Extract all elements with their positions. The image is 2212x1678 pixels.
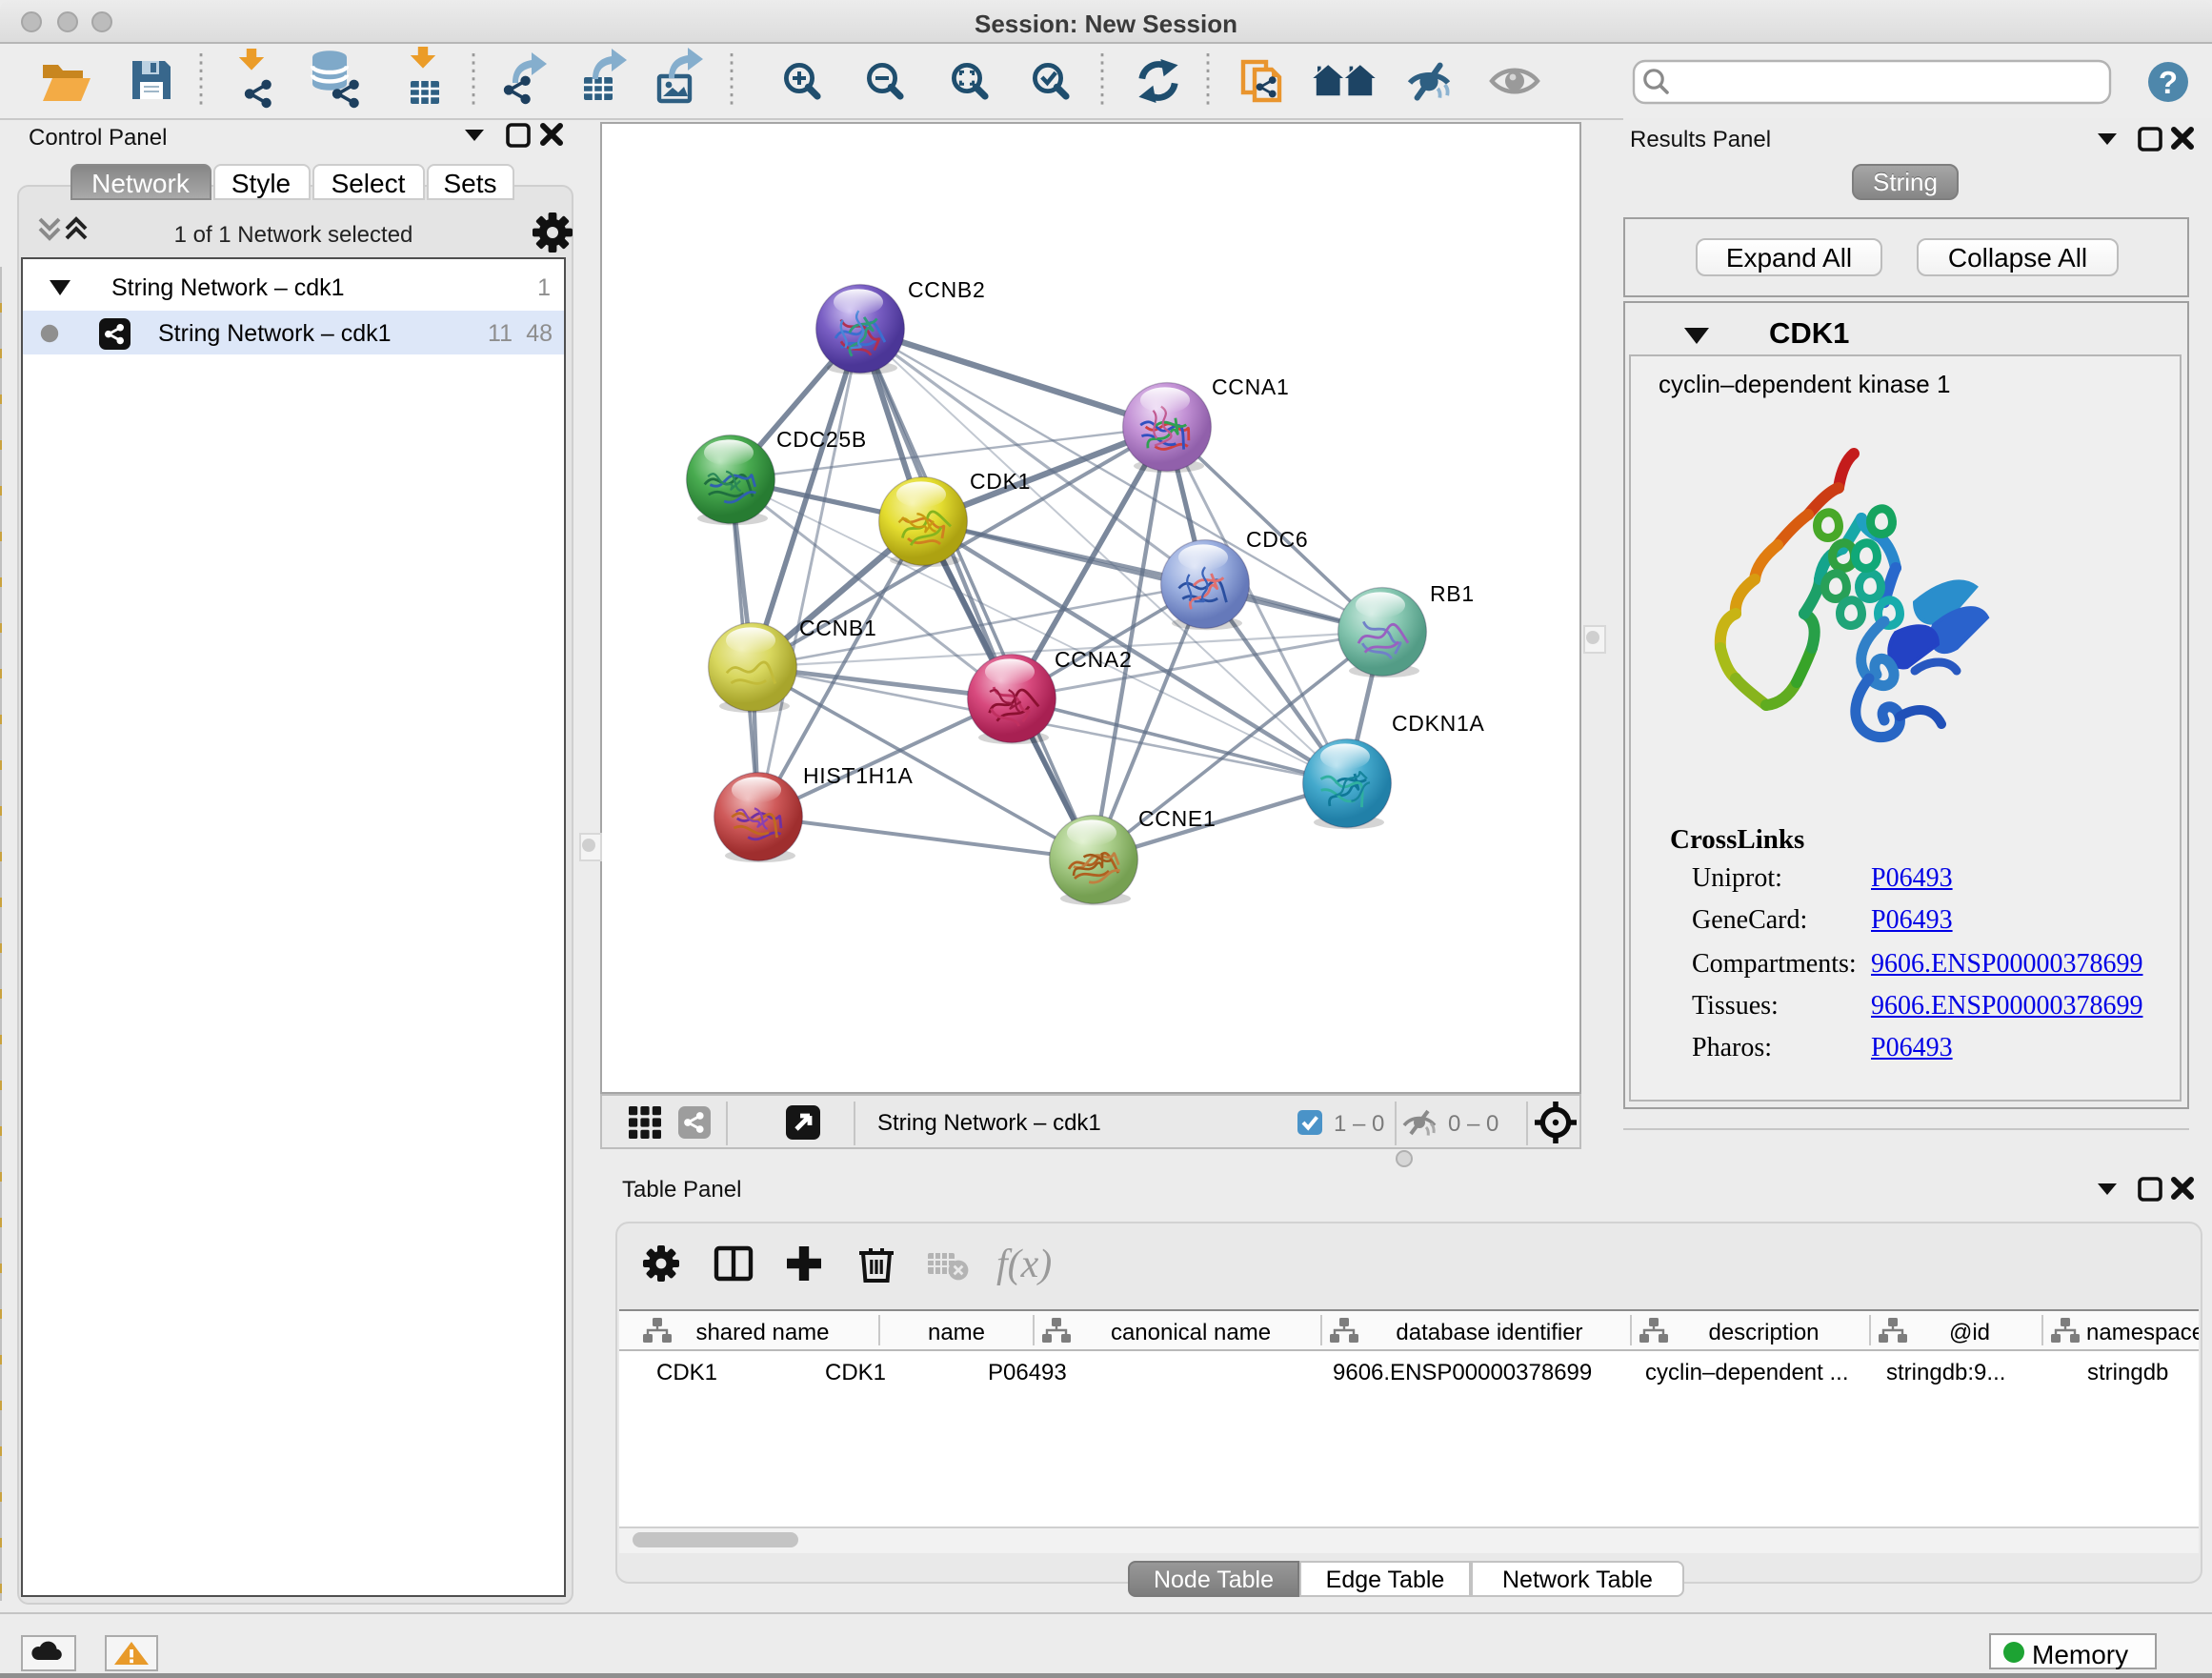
svg-text:f(x): f(x) [995,1243,1051,1286]
svg-text:CCNA1: CCNA1 [1211,374,1288,399]
svg-text:HIST1H1A: HIST1H1A [802,763,913,788]
svg-text:CCNB1: CCNB1 [798,616,875,640]
svg-text:CDKN1A: CDKN1A [1391,711,1484,736]
svg-text:CCNA2: CCNA2 [1054,647,1131,672]
svg-text:0 – 0: 0 – 0 [1447,1110,1498,1136]
svg-text:1 – 0: 1 – 0 [1333,1110,1383,1136]
svg-text:?: ? [2159,65,2178,100]
svg-text:CDK1: CDK1 [969,469,1030,494]
svg-text:CDC6: CDC6 [1245,527,1307,552]
svg-text:CCNB2: CCNB2 [907,277,984,302]
svg-text:RB1: RB1 [1429,581,1474,606]
svg-text:CCNE1: CCNE1 [1137,806,1215,831]
svg-text:CDC25B: CDC25B [775,427,866,452]
